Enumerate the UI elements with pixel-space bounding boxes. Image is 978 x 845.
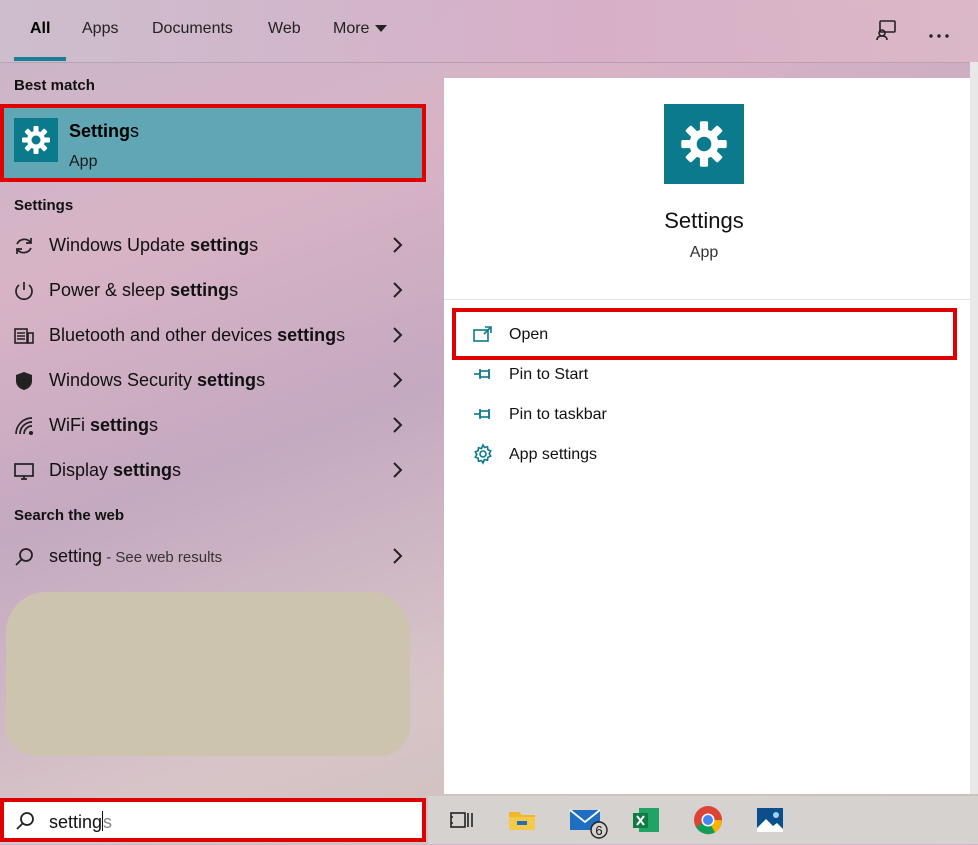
search-input[interactable]: settings xyxy=(0,798,426,842)
scrollbar[interactable] xyxy=(970,62,978,794)
file-explorer-icon[interactable] xyxy=(506,804,538,836)
shield-icon xyxy=(12,369,36,393)
tab-apps[interactable]: Apps xyxy=(82,20,118,38)
results-panel: Best match Settings App Settings Windows… xyxy=(0,62,428,796)
action-app-settings[interactable]: App settings xyxy=(472,435,952,475)
action-open[interactable]: Open xyxy=(472,315,952,355)
result-label: Bluetooth and other devices settings xyxy=(49,325,346,345)
result-bluetooth-devices-settings[interactable]: Bluetooth and other devices settings xyxy=(0,314,428,359)
more-options-icon[interactable] xyxy=(928,26,950,44)
power-icon xyxy=(12,279,36,303)
result-windows-security-settings[interactable]: Windows Security settings xyxy=(0,359,428,404)
divider xyxy=(444,299,978,300)
gear-icon xyxy=(664,104,744,184)
taskbar: 6 xyxy=(428,796,978,844)
pin-icon xyxy=(472,363,494,385)
best-match-title: Settings xyxy=(69,121,139,141)
preview-title: Settings xyxy=(664,208,744,233)
result-web-search[interactable]: setting - See web results xyxy=(0,535,428,580)
action-pin-to-start[interactable]: Pin to Start xyxy=(472,355,952,395)
search-icon xyxy=(14,810,36,837)
feedback-icon[interactable] xyxy=(874,18,898,47)
excel-icon[interactable] xyxy=(630,804,662,836)
chevron-right-icon[interactable] xyxy=(390,371,404,394)
tab-more[interactable]: More xyxy=(333,20,388,38)
result-label: Windows Security settings xyxy=(49,370,266,390)
search-web-header: Search the web xyxy=(14,507,125,524)
settings-header: Settings xyxy=(14,197,74,214)
search-scope-tabs: All Apps Documents Web More xyxy=(0,0,978,63)
pin-icon xyxy=(472,403,494,425)
result-label: Power & sleep settings xyxy=(49,280,239,300)
action-label: Open xyxy=(509,326,549,343)
gear-icon xyxy=(472,443,494,465)
photos-icon[interactable] xyxy=(754,804,786,836)
devices-icon xyxy=(12,324,36,348)
result-windows-update-settings[interactable]: Windows Update settings xyxy=(0,224,428,269)
chevron-right-icon[interactable] xyxy=(390,416,404,439)
preview-panel: Settings App Open Pin to Start Pin to ta… xyxy=(444,78,978,794)
redacted-area xyxy=(6,592,410,756)
chevron-right-icon[interactable] xyxy=(390,236,404,259)
result-wifi-settings[interactable]: WiFi settings xyxy=(0,404,428,449)
result-label: setting - See web results xyxy=(49,546,223,566)
active-tab-indicator xyxy=(14,57,66,61)
action-pin-to-taskbar[interactable]: Pin to taskbar xyxy=(472,395,952,435)
tab-documents[interactable]: Documents xyxy=(152,20,233,38)
display-icon xyxy=(12,459,36,483)
chevron-down-icon xyxy=(375,25,388,33)
refresh-icon xyxy=(12,234,36,258)
mail-badge-count: 6 xyxy=(595,823,602,838)
result-power-sleep-settings[interactable]: Power & sleep settings xyxy=(0,269,428,314)
chevron-right-icon[interactable] xyxy=(390,461,404,484)
preview-subtitle: App xyxy=(689,244,719,261)
chrome-icon[interactable] xyxy=(692,804,724,836)
search-icon xyxy=(12,545,36,569)
result-display-settings[interactable]: Display settings xyxy=(0,449,428,494)
result-label: Display settings xyxy=(49,460,182,480)
best-match-settings-app[interactable]: Settings App xyxy=(0,104,426,182)
action-label: Pin to Start xyxy=(509,366,589,383)
result-label: WiFi settings xyxy=(49,415,158,435)
result-label: Windows Update settings xyxy=(49,235,259,255)
tab-more-label: More xyxy=(333,20,370,37)
gear-icon xyxy=(14,118,58,162)
action-label: App settings xyxy=(509,446,598,463)
chevron-right-icon[interactable] xyxy=(390,326,404,349)
wifi-icon xyxy=(12,414,36,438)
tab-all[interactable]: All xyxy=(30,20,50,38)
chevron-right-icon[interactable] xyxy=(390,547,404,570)
action-label: Pin to taskbar xyxy=(509,406,607,423)
search-text: settings xyxy=(49,811,113,832)
best-match-header: Best match xyxy=(14,77,95,94)
mail-icon[interactable]: 6 xyxy=(568,804,608,839)
chevron-right-icon[interactable] xyxy=(390,281,404,304)
best-match-subtitle: App xyxy=(69,153,98,170)
open-icon xyxy=(472,323,494,345)
tab-web[interactable]: Web xyxy=(268,20,301,38)
task-view-icon[interactable] xyxy=(446,804,478,836)
